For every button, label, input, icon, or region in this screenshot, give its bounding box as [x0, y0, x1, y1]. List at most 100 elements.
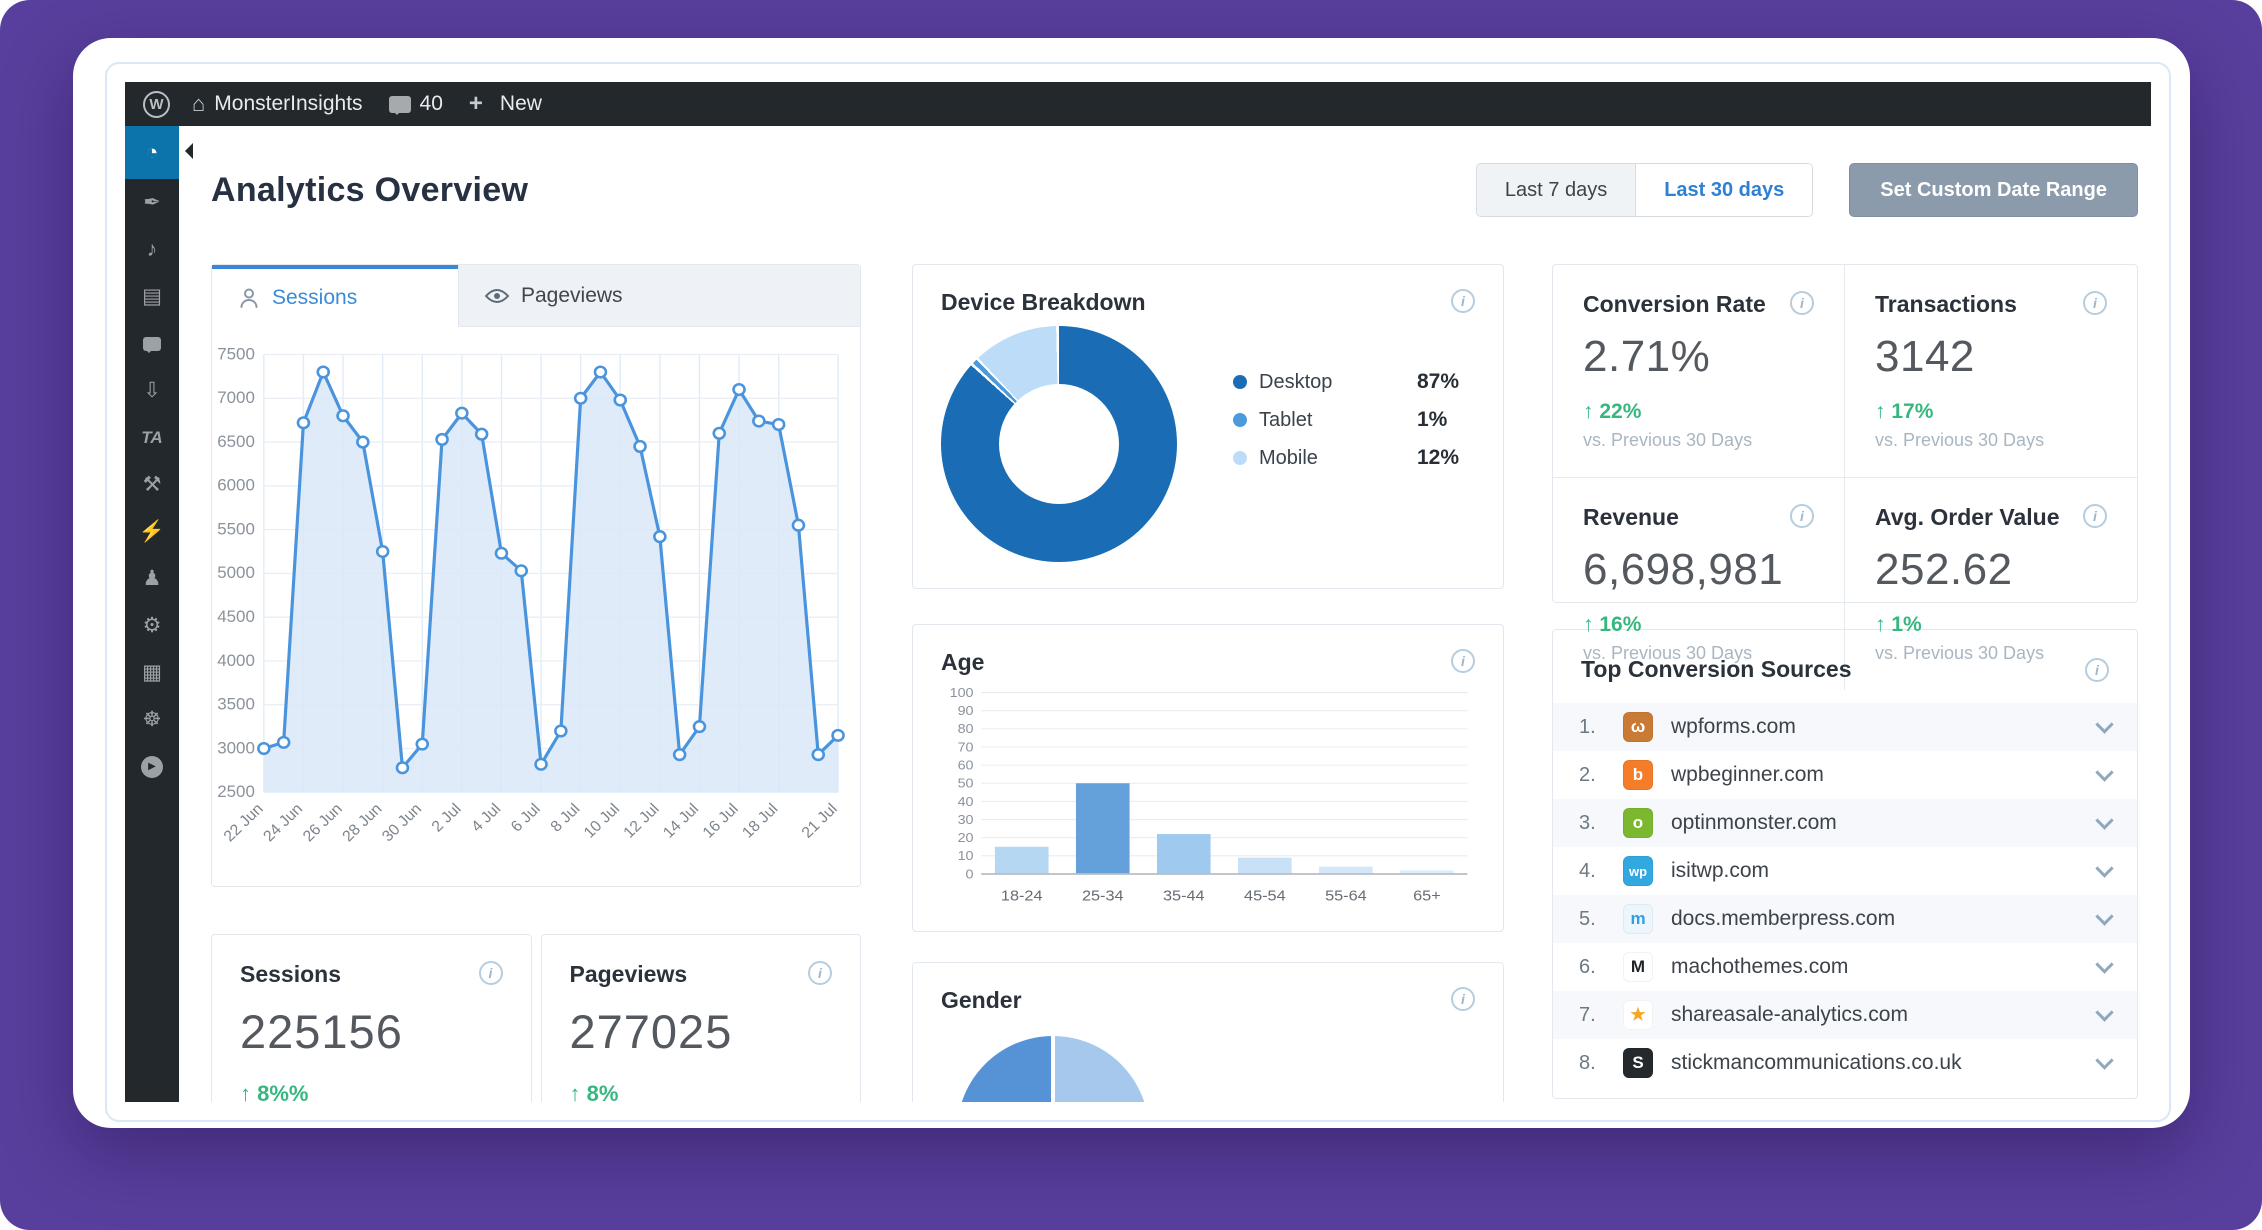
svg-text:35-44: 35-44 — [1163, 888, 1205, 904]
wordpress-logo-icon[interactable]: W — [143, 91, 170, 118]
info-icon[interactable]: i — [1451, 649, 1475, 673]
pages-icon: ▤ — [142, 284, 162, 309]
source-row[interactable]: 2. b wpbeginner.com — [1553, 751, 2137, 799]
source-rank: 4. — [1579, 860, 1623, 883]
tab-sessions[interactable]: Sessions — [212, 265, 458, 327]
device-breakdown-title: Device Breakdown — [941, 289, 1146, 316]
comments-menu[interactable]: 40 — [389, 92, 443, 116]
legend-label: Mobile — [1259, 447, 1377, 470]
info-icon[interactable]: i — [1790, 504, 1814, 528]
kpi-title: Transactions — [1875, 291, 2017, 318]
source-row[interactable]: 1. ω wpforms.com — [1553, 703, 2137, 751]
sidebar-item-media[interactable]: ♪ — [125, 226, 179, 273]
chevron-down-icon[interactable] — [2095, 907, 2113, 925]
svg-text:0: 0 — [966, 867, 974, 881]
kpi-change: ↑ 1% — [1875, 613, 2107, 637]
svg-text:25-34: 25-34 — [1082, 888, 1124, 904]
chevron-down-icon[interactable] — [2095, 1003, 2113, 1021]
sidebar-item-comments[interactable] — [125, 320, 179, 367]
sessions-line-chart[interactable]: 2500300035004000450050005500600065007000… — [216, 341, 854, 881]
wp-admin-sidebar: ◔ ✒ ♪ ▤ ⇩ TA ⚒ ⚡ ♟ ⚙ ▦ ☸ — [125, 126, 179, 1102]
chevron-down-icon[interactable] — [2095, 859, 2113, 877]
source-row[interactable]: 5. m docs.memberpress.com — [1553, 895, 2137, 943]
active-menu-arrow — [177, 143, 193, 159]
gauge-icon: ◔ — [146, 141, 159, 165]
tablet-dot-icon — [1233, 413, 1247, 427]
info-icon[interactable]: i — [479, 961, 503, 985]
user-icon: ♟ — [143, 566, 162, 591]
legend-value: 87% — [1417, 370, 1459, 394]
site-menu[interactable]: ⌂ MonsterInsights — [192, 92, 363, 116]
page-title: Analytics Overview — [211, 171, 528, 210]
set-custom-date-range-button[interactable]: Set Custom Date Range — [1849, 163, 2138, 217]
sidebar-item-plugins[interactable]: ⚡ — [125, 508, 179, 555]
sidebar-item-appearance[interactable]: ⚒ — [125, 461, 179, 508]
sidebar-item-users[interactable]: ♟ — [125, 555, 179, 602]
pin-icon: ✒ — [143, 190, 161, 215]
source-row[interactable]: 6. M machothemes.com — [1553, 943, 2137, 991]
home-icon: ⌂ — [192, 93, 205, 115]
sidebar-item-dashboard[interactable]: ◔ — [125, 126, 179, 179]
tab-pageviews[interactable]: Pageviews — [458, 265, 860, 327]
age-title: Age — [941, 649, 984, 676]
kpi-period: vs. Previous 30 Days — [1875, 643, 2107, 664]
settings-icon: ▦ — [142, 660, 162, 685]
svg-text:10 Jul: 10 Jul — [581, 801, 623, 842]
purple-backdrop: W ⌂ MonsterInsights 40 + New — [0, 0, 2262, 1230]
svg-text:26 Jun: 26 Jun — [300, 801, 346, 846]
pageviews-stat-card: Pageviews i 277025 ↑ 8% vs. Previous 30 … — [541, 934, 862, 1102]
sidebar-item-updates[interactable]: ⇩ — [125, 367, 179, 414]
svg-text:2 Jul: 2 Jul — [429, 801, 465, 836]
source-row[interactable]: 8. S stickmancommunications.co.uk — [1553, 1039, 2137, 1087]
info-icon[interactable]: i — [2085, 658, 2109, 682]
info-icon[interactable]: i — [1451, 289, 1475, 313]
svg-text:22 Jun: 22 Jun — [221, 801, 267, 846]
chevron-down-icon[interactable] — [2095, 715, 2113, 733]
legend-value: 1% — [1417, 408, 1447, 432]
sessions-stat-card: Sessions i 225156 ↑ 8%% vs. Previous 30 … — [211, 934, 532, 1102]
svg-text:80: 80 — [958, 722, 974, 736]
svg-text:40: 40 — [958, 794, 974, 808]
source-rank: 3. — [1579, 812, 1623, 835]
svg-text:6 Jul: 6 Jul — [508, 801, 544, 836]
source-row[interactable]: 7. ★ shareasale-analytics.com — [1553, 991, 2137, 1039]
age-bar-chart[interactable]: 010203040506070809010018-2425-3435-4445-… — [941, 682, 1477, 918]
chevron-down-icon[interactable] — [2095, 763, 2113, 781]
info-icon[interactable]: i — [2083, 504, 2107, 528]
date-range-toggle: Last 7 days Last 30 days — [1476, 163, 1813, 217]
sidebar-item-ta[interactable]: TA — [125, 414, 179, 461]
new-menu[interactable]: + New — [469, 90, 542, 118]
svg-text:50: 50 — [958, 776, 974, 790]
conversion-rate-cell: Conversion Rate i 2.71% ↑ 22% vs. Previo… — [1553, 265, 1845, 478]
legend-label: Desktop — [1259, 371, 1377, 394]
sidebar-item-collapse[interactable]: ▶ — [125, 743, 179, 790]
svg-text:3000: 3000 — [217, 739, 255, 758]
sidebar-item-tools[interactable]: ⚙ — [125, 602, 179, 649]
info-icon[interactable]: i — [1451, 987, 1475, 1011]
sidebar-item-community[interactable]: ☸ — [125, 696, 179, 743]
svg-text:20: 20 — [958, 831, 974, 845]
info-icon[interactable]: i — [2083, 291, 2107, 315]
chevron-down-icon[interactable] — [2095, 811, 2113, 829]
sessions-stat-change: ↑ 8%% — [240, 1081, 503, 1102]
info-icon[interactable]: i — [808, 961, 832, 985]
sessions-chart-card: Sessions Pageviews — [211, 264, 861, 887]
sidebar-item-pages[interactable]: ▤ — [125, 273, 179, 320]
source-domain: isitwp.com — [1671, 859, 1769, 883]
sidebar-item-settings[interactable]: ▦ — [125, 649, 179, 696]
machothemes-favicon-icon: M — [1623, 952, 1653, 982]
last-7-days-button[interactable]: Last 7 days — [1477, 164, 1635, 216]
wordpress-admin-screenshot: W ⌂ MonsterInsights 40 + New — [125, 82, 2151, 1102]
last-30-days-button[interactable]: Last 30 days — [1635, 164, 1812, 216]
source-domain: stickmancommunications.co.uk — [1671, 1051, 1962, 1075]
info-icon[interactable]: i — [1790, 291, 1814, 315]
device-donut-chart[interactable] — [941, 326, 1177, 562]
sidebar-item-posts[interactable]: ✒ — [125, 179, 179, 226]
gender-pie-chart[interactable] — [957, 1036, 1149, 1102]
source-row[interactable]: 3. o optinmonster.com — [1553, 799, 2137, 847]
chevron-down-icon[interactable] — [2095, 1051, 2113, 1069]
svg-text:5500: 5500 — [217, 520, 255, 539]
kpi-period: vs. Previous 30 Days — [1875, 430, 2107, 451]
source-row[interactable]: 4. wp isitwp.com — [1553, 847, 2137, 895]
chevron-down-icon[interactable] — [2095, 955, 2113, 973]
